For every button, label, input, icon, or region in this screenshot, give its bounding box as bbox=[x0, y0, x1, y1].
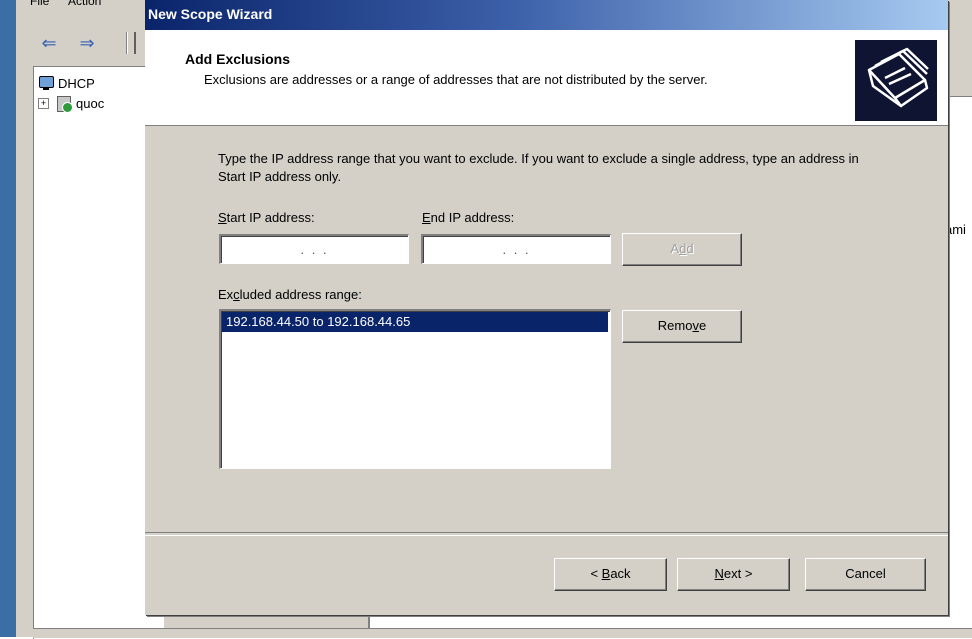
end-ip-input[interactable]: . . . bbox=[421, 234, 611, 264]
cancel-button[interactable]: Cancel bbox=[805, 558, 926, 591]
start-ip-value: . . . bbox=[300, 242, 329, 257]
menu-file[interactable]: File bbox=[30, 0, 49, 8]
list-item[interactable]: 192.168.44.50 to 192.168.44.65 bbox=[222, 312, 608, 332]
excluded-range-list[interactable]: 192.168.44.50 to 192.168.44.65 bbox=[219, 309, 611, 469]
page-subtitle: Exclusions are addresses or a range of a… bbox=[204, 72, 708, 87]
tree-item-dhcp[interactable]: DHCP bbox=[38, 73, 95, 93]
start-ip-input[interactable]: . . . bbox=[219, 234, 409, 264]
tree-item-server-label: quoc bbox=[76, 95, 105, 111]
instructions-text: Type the IP address range that you want … bbox=[218, 151, 859, 184]
expand-icon[interactable]: + bbox=[38, 97, 49, 109]
tree-item-server[interactable]: + quoc bbox=[38, 93, 104, 113]
add-button[interactable]: Add bbox=[622, 233, 742, 266]
desktop-edge bbox=[0, 0, 16, 637]
dialog-titlebar[interactable]: New Scope Wizard bbox=[145, 0, 948, 30]
mmc-toolbar: ⇐ ⇒ bbox=[16, 26, 156, 60]
excluded-range-label: Excluded address range: bbox=[218, 287, 362, 302]
mmc-menubar: File Action bbox=[16, 0, 156, 14]
back-button[interactable]: < Back bbox=[554, 558, 667, 591]
tree-item-dhcp-label: DHCP bbox=[58, 75, 95, 91]
next-button[interactable]: Next > bbox=[677, 558, 790, 591]
dialog-title: New Scope Wizard bbox=[148, 6, 273, 22]
remove-button[interactable]: Remove bbox=[622, 310, 742, 343]
start-ip-label: Start IP address: bbox=[218, 210, 315, 225]
toolbar-separator bbox=[126, 32, 128, 54]
new-scope-wizard-dialog: New Scope Wizard Add Exclusions Exclusio… bbox=[145, 0, 948, 615]
server-icon bbox=[54, 94, 73, 113]
forward-arrow-icon[interactable]: ⇒ bbox=[76, 32, 98, 54]
page-title: Add Exclusions bbox=[185, 51, 291, 67]
end-ip-value: . . . bbox=[502, 242, 531, 257]
back-arrow-icon[interactable]: ⇐ bbox=[38, 32, 60, 54]
dhcp-icon bbox=[38, 75, 54, 91]
footer-divider bbox=[145, 532, 948, 536]
menu-action[interactable]: Action bbox=[68, 0, 101, 8]
wizard-header: Add Exclusions Exclusions are addresses … bbox=[145, 30, 948, 126]
end-ip-label: End IP address: bbox=[422, 210, 515, 225]
folders-icon bbox=[855, 40, 937, 121]
details-clipped-text: ami bbox=[945, 222, 966, 237]
